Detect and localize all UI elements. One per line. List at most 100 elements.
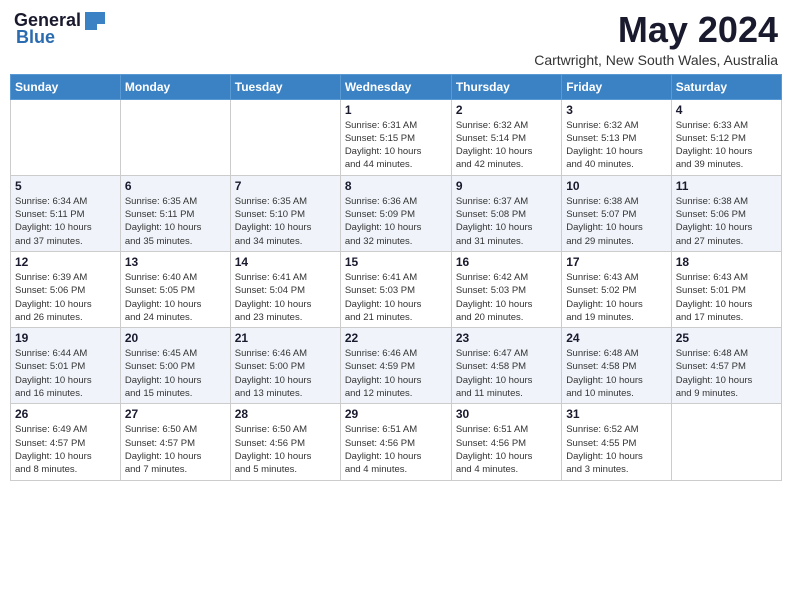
calendar-day-19: 19Sunrise: 6:44 AM Sunset: 5:01 PM Dayli… — [11, 328, 121, 404]
calendar-table: SundayMondayTuesdayWednesdayThursdayFrid… — [10, 74, 782, 481]
day-number: 17 — [566, 255, 666, 269]
day-info: Sunrise: 6:40 AM Sunset: 5:05 PM Dayligh… — [125, 271, 226, 324]
calendar-day-10: 10 Sunrise: 6:38 AM Sunset: 5:07 PM Dayli… — [562, 175, 671, 251]
day-number: 7 — [235, 179, 336, 193]
day-info: Sunrise: 6:38 AM Sunset: 5:06 PM Dayligh… — [676, 195, 777, 248]
day-number: 20 — [125, 331, 226, 345]
day-info: Sunrise: 6:33 AM Sunset: 5:12 PM Dayligh… — [676, 119, 777, 172]
day-number: 2 — [456, 103, 557, 117]
day-header-saturday: Saturday — [671, 74, 781, 99]
day-info: Sunrise: 6:42 AM Sunset: 5:03 PM Dayligh… — [456, 271, 557, 324]
calendar-day-25: 25 Sunrise: 6:48 AM Sunset: 4:57 PM Dayli… — [671, 328, 781, 404]
calendar-day-29: 29Sunrise: 6:51 AM Sunset: 4:56 PM Dayli… — [340, 404, 451, 480]
day-info: Sunrise: 6:43 AM Sunset: 5:01 PM Dayligh… — [676, 271, 777, 324]
day-number: 11 — [676, 179, 777, 193]
page-header: General Blue May 2024 Cartwright, New So… — [10, 10, 782, 68]
days-header-row: SundayMondayTuesdayWednesdayThursdayFrid… — [11, 74, 782, 99]
day-number: 22 — [345, 331, 447, 345]
calendar-day-2: 2 Sunrise: 6:32 AM Sunset: 5:14 PM Daylig… — [451, 99, 561, 175]
day-number: 30 — [456, 407, 557, 421]
day-info: Sunrise: 6:49 AM Sunset: 4:57 PM Dayligh… — [15, 423, 116, 476]
logo-blue-text: Blue — [14, 27, 55, 48]
day-number: 24 — [566, 331, 666, 345]
day-info: Sunrise: 6:35 AM Sunset: 5:10 PM Dayligh… — [235, 195, 336, 248]
calendar-empty-cell — [671, 404, 781, 480]
calendar-day-23: 23 Sunrise: 6:47 AM Sunset: 4:58 PM Dayli… — [451, 328, 561, 404]
calendar-day-27: 27Sunrise: 6:50 AM Sunset: 4:57 PM Dayli… — [120, 404, 230, 480]
day-number: 8 — [345, 179, 447, 193]
day-number: 13 — [125, 255, 226, 269]
day-info: Sunrise: 6:50 AM Sunset: 4:57 PM Dayligh… — [125, 423, 226, 476]
calendar-day-15: 15Sunrise: 6:41 AM Sunset: 5:03 PM Dayli… — [340, 251, 451, 327]
day-info: Sunrise: 6:32 AM Sunset: 5:14 PM Dayligh… — [456, 119, 557, 172]
day-info: Sunrise: 6:51 AM Sunset: 4:56 PM Dayligh… — [456, 423, 557, 476]
calendar-week-row: 5 Sunrise: 6:34 AM Sunset: 5:11 PM Daylig… — [11, 175, 782, 251]
day-number: 14 — [235, 255, 336, 269]
calendar-day-28: 28 Sunrise: 6:50 AM Sunset: 4:56 PM Dayli… — [230, 404, 340, 480]
day-info: Sunrise: 6:34 AM Sunset: 5:11 PM Dayligh… — [15, 195, 116, 248]
calendar-day-31: 31 Sunrise: 6:52 AM Sunset: 4:55 PM Dayli… — [562, 404, 671, 480]
day-info: Sunrise: 6:39 AM Sunset: 5:06 PM Dayligh… — [15, 271, 116, 324]
location-text: Cartwright, New South Wales, Australia — [534, 52, 778, 68]
day-number: 31 — [566, 407, 666, 421]
calendar-day-6: 6Sunrise: 6:35 AM Sunset: 5:11 PM Daylig… — [120, 175, 230, 251]
calendar-day-17: 17 Sunrise: 6:43 AM Sunset: 5:02 PM Dayli… — [562, 251, 671, 327]
day-info: Sunrise: 6:31 AM Sunset: 5:15 PM Dayligh… — [345, 119, 447, 172]
day-info: Sunrise: 6:36 AM Sunset: 5:09 PM Dayligh… — [345, 195, 447, 248]
calendar-day-30: 30 Sunrise: 6:51 AM Sunset: 4:56 PM Dayli… — [451, 404, 561, 480]
day-number: 12 — [15, 255, 116, 269]
calendar-day-13: 13 Sunrise: 6:40 AM Sunset: 5:05 PM Dayli… — [120, 251, 230, 327]
calendar-day-9: 9 Sunrise: 6:37 AM Sunset: 5:08 PM Daylig… — [451, 175, 561, 251]
day-header-thursday: Thursday — [451, 74, 561, 99]
month-title: May 2024 — [534, 10, 778, 50]
day-number: 25 — [676, 331, 777, 345]
day-info: Sunrise: 6:48 AM Sunset: 4:58 PM Dayligh… — [566, 347, 666, 400]
day-info: Sunrise: 6:52 AM Sunset: 4:55 PM Dayligh… — [566, 423, 666, 476]
day-number: 6 — [125, 179, 226, 193]
day-number: 3 — [566, 103, 666, 117]
day-info: Sunrise: 6:46 AM Sunset: 5:00 PM Dayligh… — [235, 347, 336, 400]
day-number: 5 — [15, 179, 116, 193]
calendar-day-18: 18Sunrise: 6:43 AM Sunset: 5:01 PM Dayli… — [671, 251, 781, 327]
day-number: 23 — [456, 331, 557, 345]
day-info: Sunrise: 6:32 AM Sunset: 5:13 PM Dayligh… — [566, 119, 666, 172]
calendar-day-1: 1Sunrise: 6:31 AM Sunset: 5:15 PM Daylig… — [340, 99, 451, 175]
calendar-day-8: 8 Sunrise: 6:36 AM Sunset: 5:09 PM Daylig… — [340, 175, 451, 251]
day-number: 4 — [676, 103, 777, 117]
calendar-week-row: 26 Sunrise: 6:49 AM Sunset: 4:57 PM Dayli… — [11, 404, 782, 480]
calendar-day-11: 11 Sunrise: 6:38 AM Sunset: 5:06 PM Dayli… — [671, 175, 781, 251]
day-info: Sunrise: 6:51 AM Sunset: 4:56 PM Dayligh… — [345, 423, 447, 476]
day-info: Sunrise: 6:50 AM Sunset: 4:56 PM Dayligh… — [235, 423, 336, 476]
day-number: 21 — [235, 331, 336, 345]
day-info: Sunrise: 6:48 AM Sunset: 4:57 PM Dayligh… — [676, 347, 777, 400]
day-info: Sunrise: 6:37 AM Sunset: 5:08 PM Dayligh… — [456, 195, 557, 248]
day-info: Sunrise: 6:45 AM Sunset: 5:00 PM Dayligh… — [125, 347, 226, 400]
day-info: Sunrise: 6:44 AM Sunset: 5:01 PM Dayligh… — [15, 347, 116, 400]
day-info: Sunrise: 6:38 AM Sunset: 5:07 PM Dayligh… — [566, 195, 666, 248]
day-header-monday: Monday — [120, 74, 230, 99]
day-header-friday: Friday — [562, 74, 671, 99]
calendar-day-5: 5 Sunrise: 6:34 AM Sunset: 5:11 PM Daylig… — [11, 175, 121, 251]
calendar-day-7: 7 Sunrise: 6:35 AM Sunset: 5:10 PM Daylig… — [230, 175, 340, 251]
day-number: 26 — [15, 407, 116, 421]
calendar-day-21: 21 Sunrise: 6:46 AM Sunset: 5:00 PM Dayli… — [230, 328, 340, 404]
calendar-week-row: 1Sunrise: 6:31 AM Sunset: 5:15 PM Daylig… — [11, 99, 782, 175]
calendar-day-22: 22Sunrise: 6:46 AM Sunset: 4:59 PM Dayli… — [340, 328, 451, 404]
day-info: Sunrise: 6:47 AM Sunset: 4:58 PM Dayligh… — [456, 347, 557, 400]
calendar-day-26: 26 Sunrise: 6:49 AM Sunset: 4:57 PM Dayli… — [11, 404, 121, 480]
calendar-day-12: 12 Sunrise: 6:39 AM Sunset: 5:06 PM Dayli… — [11, 251, 121, 327]
day-number: 16 — [456, 255, 557, 269]
calendar-day-24: 24 Sunrise: 6:48 AM Sunset: 4:58 PM Dayli… — [562, 328, 671, 404]
calendar-empty-cell — [230, 99, 340, 175]
day-number: 9 — [456, 179, 557, 193]
day-info: Sunrise: 6:43 AM Sunset: 5:02 PM Dayligh… — [566, 271, 666, 324]
calendar-day-20: 20 Sunrise: 6:45 AM Sunset: 5:00 PM Dayli… — [120, 328, 230, 404]
calendar-week-row: 19Sunrise: 6:44 AM Sunset: 5:01 PM Dayli… — [11, 328, 782, 404]
day-number: 10 — [566, 179, 666, 193]
calendar-day-4: 4 Sunrise: 6:33 AM Sunset: 5:12 PM Daylig… — [671, 99, 781, 175]
logo: General Blue — [14, 10, 105, 48]
day-number: 28 — [235, 407, 336, 421]
day-header-wednesday: Wednesday — [340, 74, 451, 99]
day-info: Sunrise: 6:41 AM Sunset: 5:04 PM Dayligh… — [235, 271, 336, 324]
logo-flag-icon — [83, 12, 105, 30]
